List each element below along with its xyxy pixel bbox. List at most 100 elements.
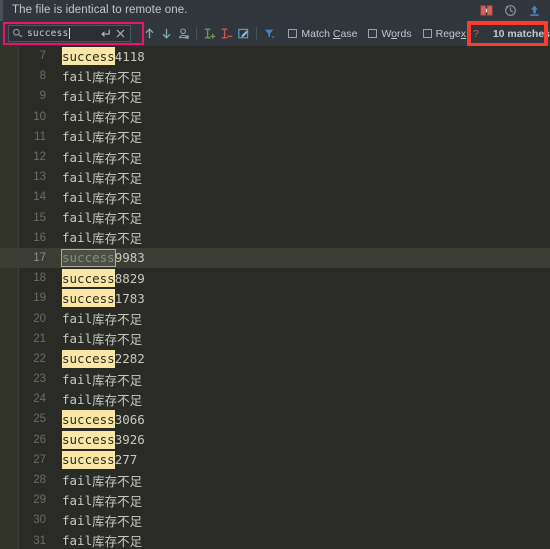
match-case-checkbox[interactable]: Match Case — [288, 28, 357, 40]
regex-checkbox[interactable]: Regex — [422, 27, 466, 40]
search-match-highlight: success — [62, 410, 115, 429]
code-line-row[interactable]: 29 fail 库存不足 — [0, 490, 550, 510]
code-line-text: fail 库存不足 — [62, 67, 142, 86]
line-number: 12 — [33, 151, 46, 164]
code-line-text: fail 库存不足 — [62, 390, 142, 409]
code-line-text: fail 库存不足 — [62, 531, 142, 549]
editor-content-area[interactable]: 7 success 4118 8 fail 库存不足 9 fail 库存不足 10 fail 库存不足… — [0, 46, 550, 549]
code-token-value: 库存不足 — [92, 211, 143, 227]
code-line-row[interactable]: 17 success 9983 — [0, 247, 550, 269]
line-number: 24 — [33, 393, 46, 406]
code-token-status: fail — [62, 533, 93, 549]
code-line-row[interactable]: 8 fail 库存不足 — [0, 66, 550, 86]
code-token-value: 库存不足 — [92, 231, 143, 247]
regex-label: Regex — [435, 27, 466, 40]
code-line-row[interactable]: 10 fail 库存不足 — [0, 107, 550, 127]
upload-icon[interactable] — [528, 4, 541, 17]
code-line-text: success 3066 — [62, 410, 145, 429]
code-token-value: 3066 — [114, 411, 145, 427]
titlebar-actions — [480, 4, 550, 17]
code-line-row[interactable]: 15 fail 库存不足 — [0, 208, 550, 228]
code-token-status: fail — [62, 230, 93, 246]
code-line-row[interactable]: 21 fail 库存不足 — [0, 329, 550, 349]
code-line-text: fail 库存不足 — [62, 127, 142, 146]
diff-compare-icon[interactable] — [480, 4, 493, 17]
code-line-text: success 9983 — [61, 248, 145, 267]
code-token-value: 库存不足 — [92, 372, 143, 388]
code-line-row[interactable]: 31 fail 库存不足 — [0, 531, 550, 549]
code-token-status: fail — [62, 88, 93, 104]
code-line-row[interactable]: 13 fail 库存不足 — [0, 167, 550, 187]
filter-button[interactable] — [261, 25, 277, 42]
open-in-editor-button[interactable] — [235, 25, 252, 42]
remove-selection-button[interactable] — [218, 25, 235, 42]
code-token-status: fail — [62, 331, 93, 347]
code-line-text: fail 库存不足 — [62, 87, 142, 106]
code-line-list: 7 success 4118 8 fail 库存不足 9 fail 库存不足 10 fail 库存不足… — [0, 46, 550, 549]
code-line-text: success 4118 — [62, 47, 145, 66]
line-number: 21 — [33, 332, 46, 345]
code-line-row[interactable]: 20 fail 库存不足 — [0, 308, 550, 328]
code-line-row[interactable]: 14 fail 库存不足 — [0, 187, 550, 207]
code-line-row[interactable]: 27 success 277 — [0, 450, 550, 470]
code-line-text: fail 库存不足 — [62, 168, 142, 187]
code-token-value: 8829 — [114, 270, 145, 286]
code-token-value: 3926 — [114, 432, 145, 448]
code-line-row[interactable]: 26 success 3926 — [0, 430, 550, 450]
code-line-text: fail 库存不足 — [62, 511, 142, 530]
code-line-row[interactable]: 18 success 8829 — [0, 268, 550, 288]
line-number: 22 — [33, 352, 46, 365]
code-line-row[interactable]: 22 success 2282 — [0, 349, 550, 369]
line-number: 18 — [33, 272, 46, 285]
code-token-value: 库存不足 — [92, 89, 143, 105]
line-number: 17 — [33, 251, 46, 264]
code-token-value: 2282 — [114, 351, 145, 367]
select-all-occurrences-button[interactable] — [175, 25, 192, 42]
code-token-value: 4118 — [114, 48, 145, 64]
code-line-row[interactable]: 12 fail 库存不足 — [0, 147, 550, 167]
filter-icon — [264, 29, 275, 39]
code-token-value: 库存不足 — [92, 332, 143, 348]
add-selection-button[interactable] — [201, 25, 218, 42]
regex-checkbox-box — [422, 29, 432, 38]
code-token-value: 库存不足 — [92, 392, 143, 408]
line-number: 16 — [33, 231, 46, 244]
code-line-row[interactable]: 30 fail 库存不足 — [0, 510, 550, 530]
words-label: Words — [381, 27, 412, 40]
search-input[interactable]: success — [8, 25, 132, 42]
find-previous-button[interactable] — [141, 25, 158, 42]
code-line-text: fail 库存不足 — [62, 188, 142, 207]
regex-help-icon[interactable]: ? — [473, 28, 479, 40]
line-number: 14 — [33, 191, 46, 204]
notification-message: The file is identical to remote one. — [12, 4, 188, 16]
magnifier-icon[interactable] — [12, 28, 23, 39]
code-line-row[interactable]: 28 fail 库存不足 — [0, 470, 550, 490]
code-token-value: 库存不足 — [92, 190, 143, 206]
line-number: 25 — [33, 413, 46, 426]
code-line-row[interactable]: 9 fail 库存不足 — [0, 86, 550, 106]
close-icon[interactable] — [116, 29, 125, 38]
history-revert-icon[interactable] — [504, 4, 517, 17]
search-input-value: success — [27, 28, 69, 39]
match-case-label: Match Case — [301, 27, 358, 40]
words-checkbox[interactable]: Words — [368, 27, 412, 40]
code-line-row[interactable]: 24 fail 库存不足 — [0, 389, 550, 409]
code-token-value: 库存不足 — [92, 534, 143, 549]
code-line-row[interactable]: 7 success 4118 — [0, 46, 550, 66]
code-line-row[interactable]: 19 success 1783 — [0, 288, 550, 308]
code-line-text: fail 库存不足 — [62, 471, 142, 490]
code-line-row[interactable]: 25 success 3066 — [0, 409, 550, 429]
find-next-button[interactable] — [158, 25, 175, 42]
enter-return-icon[interactable] — [100, 28, 111, 39]
ide-find-in-file-window: The file is identical to remote one. suc… — [0, 0, 550, 549]
code-token-status: fail — [62, 109, 93, 125]
code-line-row[interactable]: 16 fail 库存不足 — [0, 228, 550, 248]
code-line-text: success 3926 — [62, 430, 145, 449]
code-token-value: 库存不足 — [92, 130, 143, 146]
code-token-status: fail — [62, 311, 93, 327]
code-line-row[interactable]: 11 fail 库存不足 — [0, 127, 550, 147]
code-token-status: fail — [62, 68, 93, 84]
code-token-status: fail — [62, 129, 93, 145]
code-line-row[interactable]: 23 fail 库存不足 — [0, 369, 550, 389]
code-line-text: fail 库存不足 — [62, 228, 142, 247]
